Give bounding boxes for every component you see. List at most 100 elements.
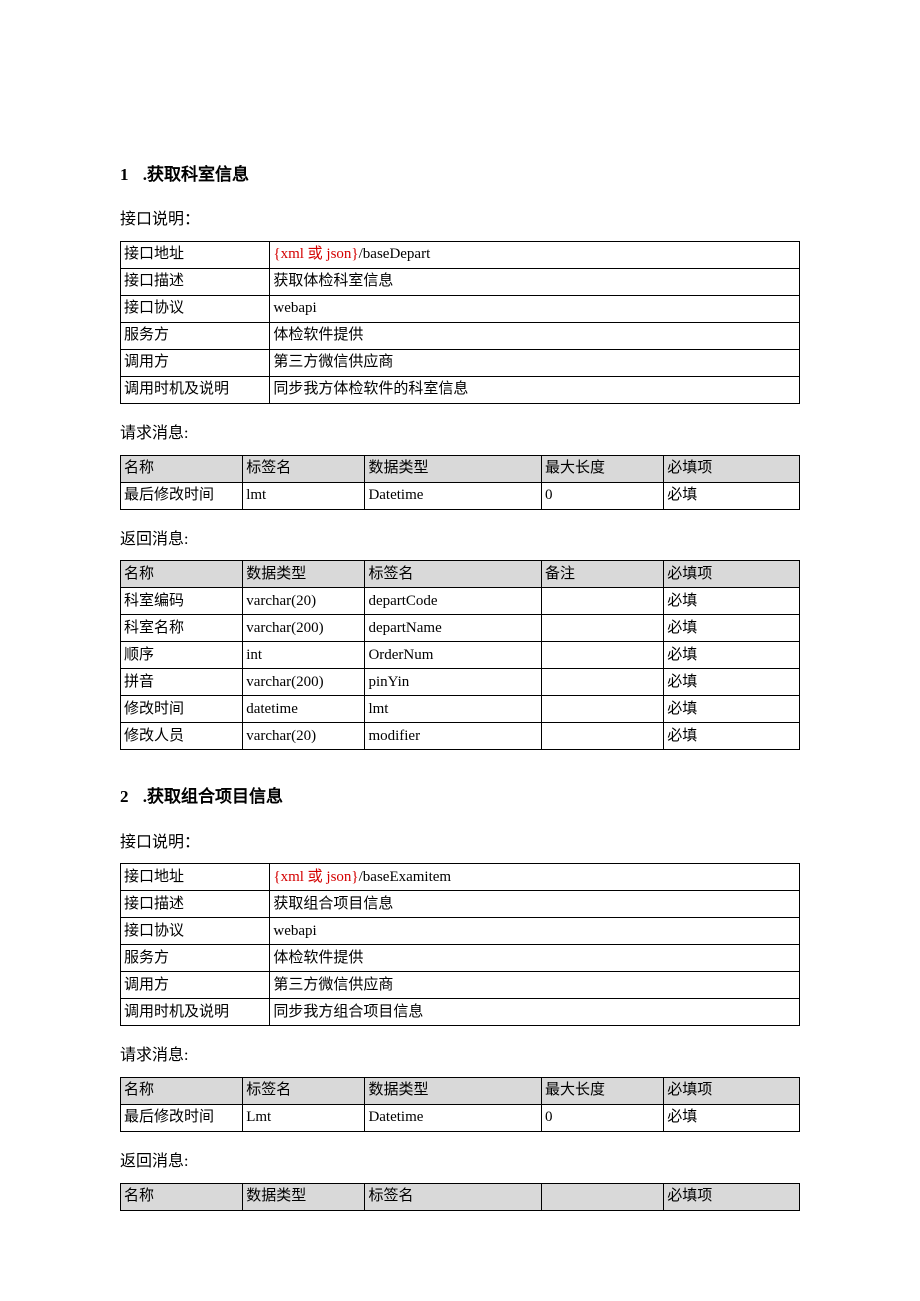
col-header: 名称 (121, 455, 243, 482)
col-header: 数据类型 (365, 455, 542, 482)
col-header: 最大长度 (541, 1078, 663, 1105)
info-value: {xml 或 json}/baseExamitem (270, 864, 800, 891)
info-value: 同步我方组合项目信息 (270, 999, 800, 1026)
col-header: 必填项 (664, 561, 800, 588)
col-header: 标签名 (365, 1183, 542, 1210)
cell: lmt (365, 696, 542, 723)
table-row: 接口地址{xml 或 json}/baseDepart (121, 241, 800, 268)
cell: varchar(20) (243, 588, 365, 615)
table-row: 科室名称varchar(200)departName 必填 (121, 615, 800, 642)
table-row: 拼音varchar(200)pinYin 必填 (121, 669, 800, 696)
table-row: 修改人员varchar(20)modifier 必填 (121, 723, 800, 750)
table-row: 接口描述获取体检科室信息 (121, 268, 800, 295)
cell: varchar(200) (243, 615, 365, 642)
cell: 必填 (664, 615, 800, 642)
table-row: 顺序intOrderNum必填 (121, 642, 800, 669)
response-table: 名称 数据类型 标签名 备注 必填项 科室编码varchar(20)depart… (120, 560, 800, 750)
info-label: 调用方 (121, 349, 270, 376)
cell (541, 615, 663, 642)
table-row: 调用方第三方微信供应商 (121, 972, 800, 999)
cell: 科室名称 (121, 615, 243, 642)
col-header: 名称 (121, 1078, 243, 1105)
request-heading: 请求消息: (120, 1046, 800, 1067)
col-header: 数据类型 (243, 1183, 365, 1210)
col-header: 最大长度 (541, 455, 663, 482)
info-value: 同步我方体检软件的科室信息 (270, 376, 800, 403)
info-label: 接口地址 (121, 864, 270, 891)
col-header: 必填项 (664, 455, 800, 482)
cell: departName (365, 615, 542, 642)
info-label: 服务方 (121, 945, 270, 972)
info-table: 接口地址{xml 或 json}/baseDepart 接口描述获取体检科室信息… (120, 241, 800, 404)
cell: 最后修改时间 (121, 1105, 243, 1132)
info-value: webapi (270, 295, 800, 322)
cell: Datetime (365, 482, 542, 509)
cell: 必填 (664, 696, 800, 723)
col-header: 名称 (121, 561, 243, 588)
info-label: 调用时机及说明 (121, 999, 270, 1026)
table-header-row: 名称 数据类型 标签名 必填项 (121, 1183, 800, 1210)
cell: 修改时间 (121, 696, 243, 723)
cell: 必填 (664, 642, 800, 669)
cell (541, 696, 663, 723)
info-value: 第三方微信供应商 (270, 972, 800, 999)
cell: 必填 (664, 482, 800, 509)
cell (541, 669, 663, 696)
col-header: 标签名 (365, 561, 542, 588)
request-table: 名称 标签名 数据类型 最大长度 必填项 最后修改时间 lmt Datetime… (120, 455, 800, 510)
info-heading: 接口说明： (120, 833, 800, 854)
info-value: 获取组合项目信息 (270, 891, 800, 918)
cell (541, 588, 663, 615)
col-header: 数据类型 (243, 561, 365, 588)
section-title-text: .获取组合项目信息 (143, 787, 283, 806)
cell: modifier (365, 723, 542, 750)
info-table: 接口地址{xml 或 json}/baseExamitem 接口描述获取组合项目… (120, 863, 800, 1026)
info-value-red: {xml 或 json} (273, 869, 358, 885)
info-value: 获取体检科室信息 (270, 268, 800, 295)
info-label: 服务方 (121, 322, 270, 349)
info-label: 接口协议 (121, 918, 270, 945)
info-value: webapi (270, 918, 800, 945)
cell: varchar(20) (243, 723, 365, 750)
col-header: 必填项 (664, 1078, 800, 1105)
request-table: 名称 标签名 数据类型 最大长度 必填项 最后修改时间 Lmt Datetime… (120, 1077, 800, 1132)
section-number: 2 (120, 787, 129, 806)
cell: 修改人员 (121, 723, 243, 750)
table-header-row: 名称 标签名 数据类型 最大长度 必填项 (121, 455, 800, 482)
cell: 拼音 (121, 669, 243, 696)
col-header: 名称 (121, 1183, 243, 1210)
table-header-row: 名称 数据类型 标签名 备注 必填项 (121, 561, 800, 588)
cell: Datetime (365, 1105, 542, 1132)
cell: Lmt (243, 1105, 365, 1132)
response-heading: 返回消息: (120, 530, 800, 551)
cell (541, 723, 663, 750)
info-heading: 接口说明： (120, 210, 800, 231)
table-row: 服务方体检软件提供 (121, 945, 800, 972)
col-header (541, 1183, 663, 1210)
section-title-text: .获取科室信息 (143, 165, 249, 184)
col-header: 标签名 (243, 455, 365, 482)
info-value: {xml 或 json}/baseDepart (270, 241, 800, 268)
table-header-row: 名称 标签名 数据类型 最大长度 必填项 (121, 1078, 800, 1105)
cell: 0 (541, 482, 663, 509)
table-row: 调用时机及说明同步我方组合项目信息 (121, 999, 800, 1026)
cell: OrderNum (365, 642, 542, 669)
table-row: 最后修改时间 Lmt Datetime 0 必填 (121, 1105, 800, 1132)
table-row: 接口协议webapi (121, 295, 800, 322)
info-value: 体检软件提供 (270, 322, 800, 349)
info-value: 体检软件提供 (270, 945, 800, 972)
cell: pinYin (365, 669, 542, 696)
col-header: 标签名 (243, 1078, 365, 1105)
cell: varchar(200) (243, 669, 365, 696)
info-label: 接口地址 (121, 241, 270, 268)
table-row: 接口协议webapi (121, 918, 800, 945)
cell: 必填 (664, 669, 800, 696)
cell: datetime (243, 696, 365, 723)
col-header: 必填项 (664, 1183, 800, 1210)
cell: 必填 (664, 588, 800, 615)
info-label: 调用时机及说明 (121, 376, 270, 403)
table-row: 最后修改时间 lmt Datetime 0 必填 (121, 482, 800, 509)
info-label: 接口协议 (121, 295, 270, 322)
info-label: 调用方 (121, 972, 270, 999)
cell: 必填 (664, 723, 800, 750)
